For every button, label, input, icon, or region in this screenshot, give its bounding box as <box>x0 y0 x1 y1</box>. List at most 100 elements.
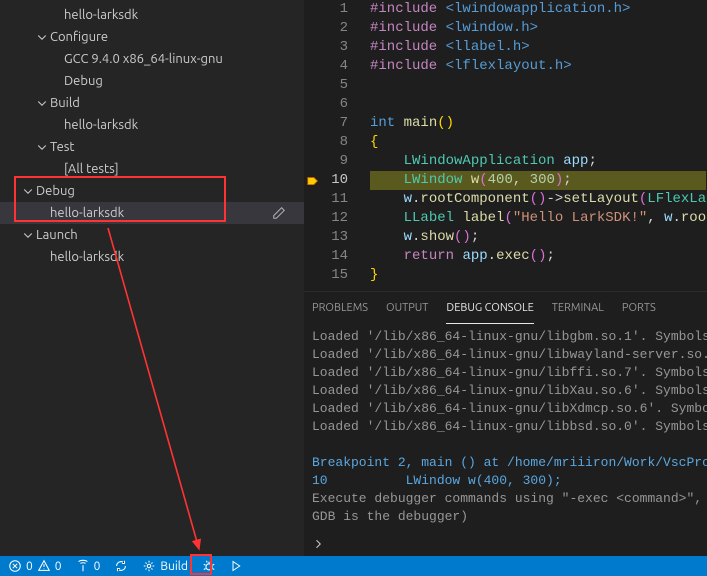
code-line[interactable]: w.rootComponent()->setLayout(LFlexLa <box>370 190 706 209</box>
console-line: Loaded '/lib/x86_64-linux-gnu/libbsd.so.… <box>312 418 699 436</box>
console-line: Loaded '/lib/x86_64-linux-gnu/libffi.so.… <box>312 364 699 382</box>
pencil-icon[interactable] <box>272 206 286 220</box>
chevron-down-icon <box>34 95 50 111</box>
play-icon <box>230 560 242 572</box>
line-number[interactable]: 11 <box>304 190 348 209</box>
status-run[interactable] <box>230 560 242 572</box>
line-number[interactable]: 1 <box>304 0 348 19</box>
ports-count: 0 <box>94 560 101 573</box>
tree-item-label: [All tests] <box>64 162 119 176</box>
antenna-icon <box>76 559 90 573</box>
tree-item-label: hello-larksdk <box>64 8 138 22</box>
code-line[interactable]: LWindow w(400, 300); <box>370 171 706 190</box>
code-line[interactable] <box>370 76 706 95</box>
code-line[interactable]: int main() <box>370 114 706 133</box>
tree-item-launch[interactable]: Launch <box>0 224 304 246</box>
code-line[interactable]: #include <lflexlayout.h> <box>370 57 706 76</box>
error-count: 0 <box>26 560 33 573</box>
console-line: Loaded '/lib/x86_64-linux-gnu/libXau.so.… <box>312 382 699 400</box>
tree-item-gcc-9-4-0-x86-64-linux-gnu[interactable]: GCC 9.4.0 x86_64-linux-gnu <box>0 48 304 70</box>
code-editor[interactable]: 123456789101112131415 #include <lwindowa… <box>304 0 707 291</box>
tree-item-hello-larksdk[interactable]: hello-larksdk <box>0 202 304 224</box>
sidebar: hello-larksdk Configure GCC 9.4.0 x86_64-l… <box>0 0 304 556</box>
breakpoint-current-icon[interactable] <box>304 171 322 190</box>
code-line[interactable]: #include <llabel.h> <box>370 38 706 57</box>
line-number[interactable]: 8 <box>304 133 348 152</box>
tree-item-debug[interactable]: Debug <box>0 70 304 92</box>
code-line[interactable]: #include <lwindowapplication.h> <box>370 0 706 19</box>
tree-item-label: hello-larksdk <box>64 118 138 132</box>
tree-item-label: Debug <box>64 74 103 88</box>
console-line: Execute debugger commands using "-exec <… <box>312 490 699 508</box>
chevron-down-icon <box>34 29 50 45</box>
error-icon <box>8 559 22 573</box>
tree-item-label: hello-larksdk <box>50 206 124 220</box>
console-line: Loaded '/lib/x86_64-linux-gnu/libXdmcp.s… <box>312 400 699 418</box>
panel-tab-problems[interactable]: PROBLEMS <box>312 292 368 324</box>
line-number[interactable]: 14 <box>304 247 348 266</box>
tree-item-configure[interactable]: Configure <box>0 26 304 48</box>
console-line: 10 LWindow w(400, 300); <box>312 472 699 490</box>
code-line[interactable]: #include <lwindow.h> <box>370 19 706 38</box>
line-number[interactable]: 3 <box>304 38 348 57</box>
bottom-panel: PROBLEMS OUTPUT DEBUG CONSOLE TERMINAL PORTS… <box>304 291 707 556</box>
warning-count: 0 <box>55 560 62 573</box>
line-number[interactable]: 4 <box>304 57 348 76</box>
code-line[interactable]: return app.exec(); <box>370 247 706 266</box>
chevron-right-icon <box>312 538 324 550</box>
debug-console-input[interactable] <box>304 532 707 556</box>
editor-area: 123456789101112131415 #include <lwindowa… <box>304 0 707 556</box>
status-errors[interactable]: 0 0 <box>8 559 62 573</box>
build-label: Build <box>160 560 188 573</box>
line-number-gutter[interactable]: 123456789101112131415 <box>304 0 366 291</box>
tree-item-label: Configure <box>50 30 108 44</box>
console-line: Breakpoint 2, main () at /home/mriiiron/… <box>312 454 699 472</box>
chevron-down-icon <box>34 139 50 155</box>
bug-icon <box>202 559 216 573</box>
chevron-down-icon <box>20 227 36 243</box>
panel-tab-ports[interactable]: PORTS <box>622 292 656 324</box>
tree-item-hello-larksdk[interactable]: hello-larksdk <box>0 114 304 136</box>
console-line: GDB is the debugger) <box>312 508 699 526</box>
tree-item-label: hello-larksdk <box>50 250 124 264</box>
line-number[interactable]: 5 <box>304 76 348 95</box>
tree-item-label: Launch <box>36 228 78 242</box>
code-line[interactable]: } <box>370 266 706 285</box>
line-number[interactable]: 9 <box>304 152 348 171</box>
code-content[interactable]: #include <lwindowapplication.h>#include … <box>366 0 706 291</box>
status-debug[interactable] <box>202 559 216 573</box>
panel-tabs: PROBLEMS OUTPUT DEBUG CONSOLE TERMINAL PORTS <box>304 292 707 324</box>
code-line[interactable]: w.show(); <box>370 228 706 247</box>
gear-icon <box>142 559 156 573</box>
line-number[interactable]: 15 <box>304 266 348 285</box>
line-number[interactable]: 2 <box>304 19 348 38</box>
tree-item-label: Build <box>50 96 80 110</box>
line-number[interactable]: 13 <box>304 228 348 247</box>
tree-item-build[interactable]: Build <box>0 92 304 114</box>
tree-item-label: Test <box>50 140 75 154</box>
code-line[interactable]: { <box>370 133 706 152</box>
tree-item-hello-larksdk[interactable]: hello-larksdk <box>0 246 304 268</box>
warning-icon <box>37 559 51 573</box>
console-line: Loaded '/lib/x86_64-linux-gnu/libgbm.so.… <box>312 328 699 346</box>
line-number[interactable]: 6 <box>304 95 348 114</box>
code-line[interactable] <box>370 95 706 114</box>
tree-item--all-tests-[interactable]: [All tests] <box>0 158 304 180</box>
panel-tab-output[interactable]: OUTPUT <box>386 292 428 324</box>
code-line[interactable]: LLabel label("Hello LarkSDK!", w.roo <box>370 209 706 228</box>
console-line <box>312 436 699 454</box>
panel-tab-debug-console[interactable]: DEBUG CONSOLE <box>446 292 533 324</box>
status-build[interactable]: Build <box>142 559 188 573</box>
tree-item-hello-larksdk[interactable]: hello-larksdk <box>0 4 304 26</box>
debug-console-output[interactable]: Loaded '/lib/x86_64-linux-gnu/libgbm.so.… <box>304 324 707 532</box>
tree-item-test[interactable]: Test <box>0 136 304 158</box>
line-number[interactable]: 7 <box>304 114 348 133</box>
console-line: Loaded '/lib/x86_64-linux-gnu/libwayland… <box>312 346 699 364</box>
line-number[interactable]: 12 <box>304 209 348 228</box>
code-line[interactable]: LWindowApplication app; <box>370 152 706 171</box>
status-bar: 0 0 0 Build <box>0 556 707 576</box>
panel-tab-terminal[interactable]: TERMINAL <box>552 292 604 324</box>
status-sync[interactable] <box>114 559 128 573</box>
status-ports[interactable]: 0 <box>76 559 101 573</box>
tree-item-debug[interactable]: Debug <box>0 180 304 202</box>
